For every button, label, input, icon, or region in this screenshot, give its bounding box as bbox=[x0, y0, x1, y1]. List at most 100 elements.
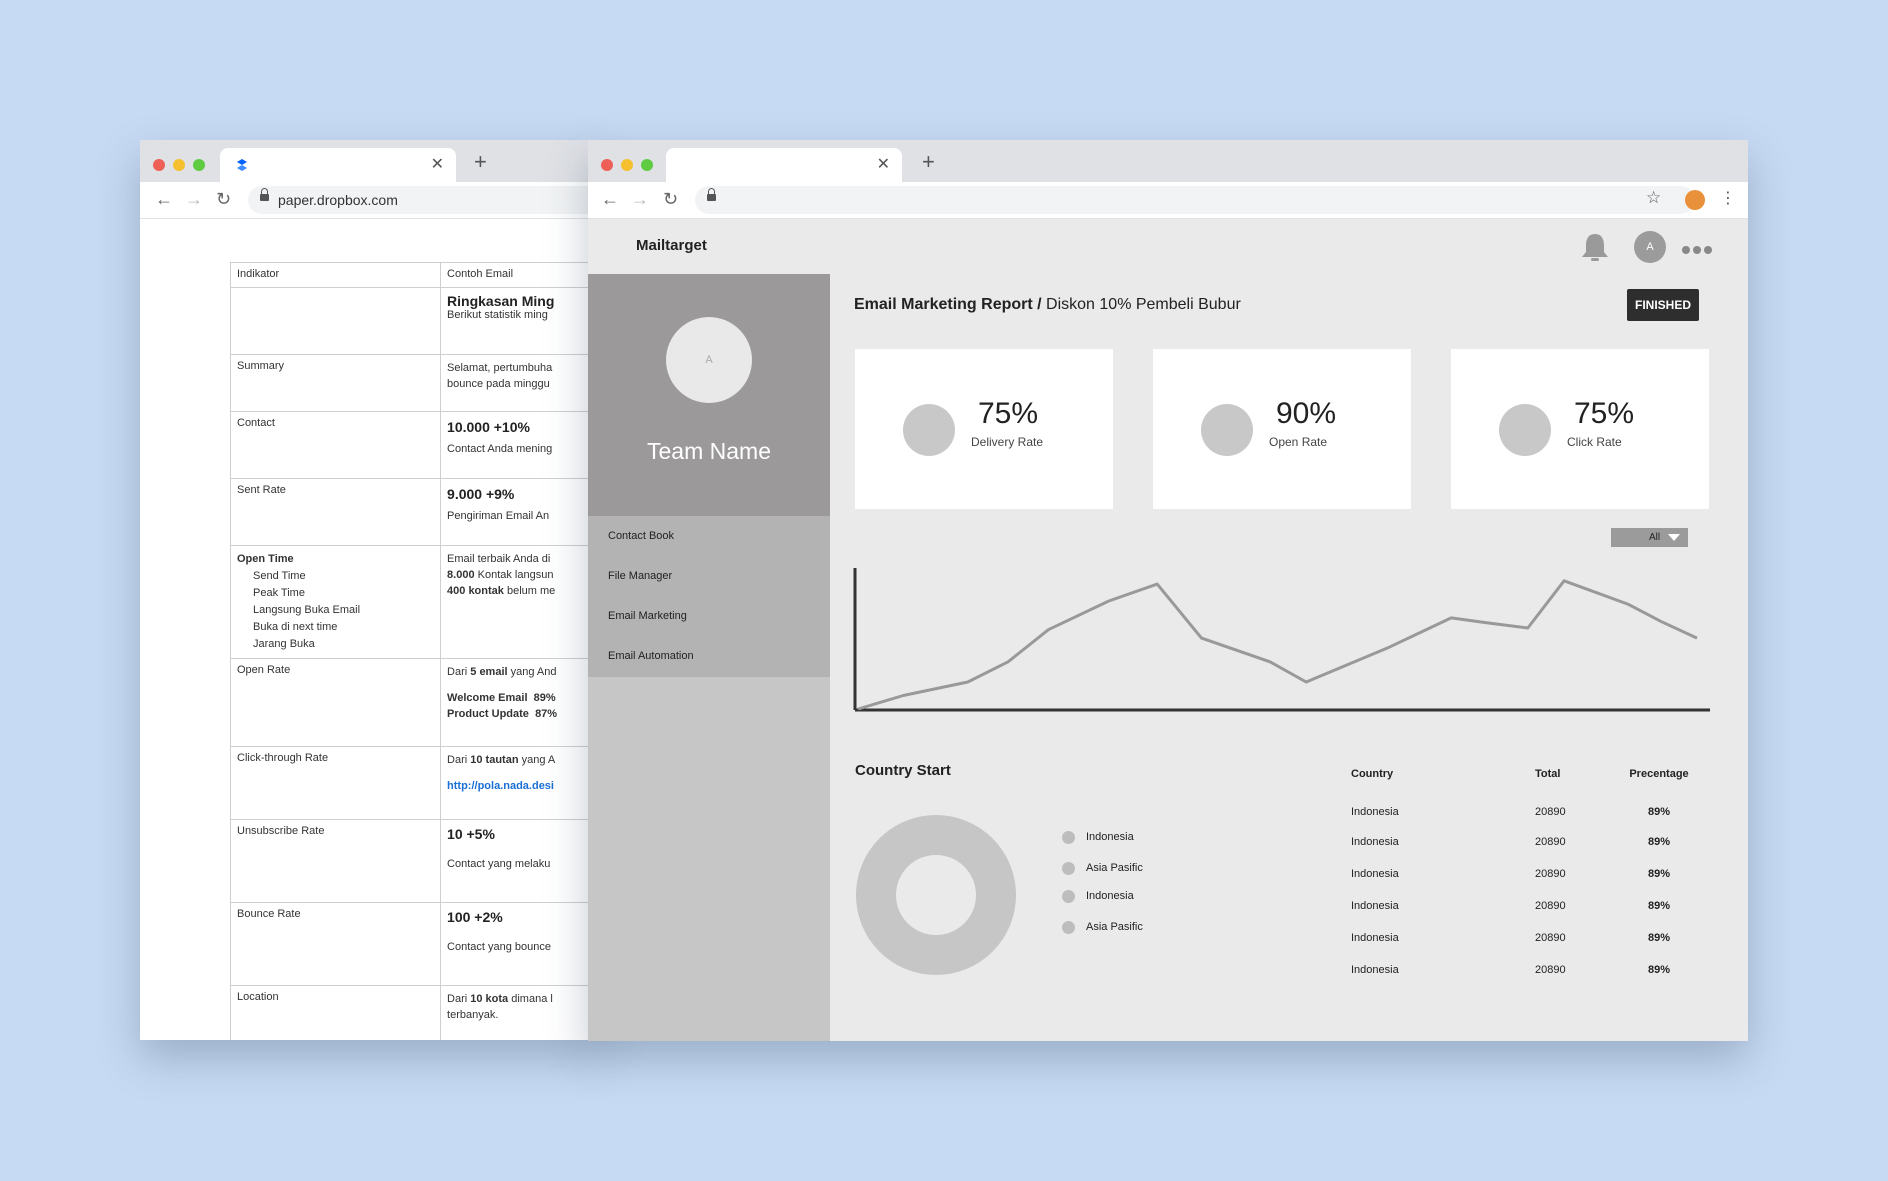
address-url: paper.dropbox.com bbox=[278, 192, 398, 208]
reload-icon[interactable]: ↻ bbox=[216, 188, 231, 210]
country-table: Country Total Precentage Indonesia 20890… bbox=[1351, 764, 1699, 986]
cell-text: bounce pada minggu bbox=[447, 378, 550, 390]
table-row: Indonesia 20890 89% bbox=[1351, 890, 1699, 922]
maximize-window-button[interactable] bbox=[641, 159, 653, 171]
cell-bold: Product Update bbox=[447, 708, 529, 720]
percentage-cell: 89% bbox=[1647, 836, 1671, 848]
cell-title: 100 +2% bbox=[447, 909, 503, 925]
cell-bold: 10 kota bbox=[470, 993, 509, 1005]
stat-label: Open Rate bbox=[1269, 435, 1328, 449]
minimize-window-button[interactable] bbox=[621, 159, 633, 171]
table-row: Indikator Contoh Email bbox=[229, 262, 600, 288]
close-window-button[interactable] bbox=[601, 159, 613, 171]
country-cell: Indonesia bbox=[1351, 932, 1399, 944]
page-title: Email Marketing Report / Diskon 10% Pemb… bbox=[854, 296, 1241, 314]
legend-dot-icon bbox=[1062, 921, 1075, 934]
tab-mailtarget[interactable]: ✕ bbox=[666, 148, 902, 182]
back-arrow-icon[interactable]: ← bbox=[155, 188, 173, 210]
sidebar: A Team Name Contact Book File Manager Em… bbox=[588, 274, 830, 1041]
dropbox-logo-icon bbox=[237, 159, 247, 171]
link-url[interactable]: http://pola.nada.desi bbox=[447, 780, 554, 792]
report-main: Email Marketing Report / Diskon 10% Pemb… bbox=[830, 274, 1748, 1041]
browser-menu-icon[interactable]: ⋮ bbox=[1720, 189, 1736, 209]
sidebar-item-file-manager[interactable]: File Manager bbox=[588, 556, 830, 596]
new-tab-button[interactable]: + bbox=[922, 151, 935, 173]
dropbox-paper-window: ✕ + ← → ↻ paper.dropbox.com Indikator Co… bbox=[140, 140, 600, 1040]
table-cell: Ringkasan Ming Berikut statistik ming bbox=[440, 287, 600, 355]
table-row: Unsubscribe Rate 10 +5% Contact yang mel… bbox=[229, 819, 600, 903]
chart-filter-select[interactable]: All bbox=[1611, 528, 1688, 547]
forward-arrow-icon[interactable]: → bbox=[185, 188, 203, 210]
cell-text: Contact yang bounce bbox=[447, 941, 551, 953]
cell-text: Pengiriman Email An bbox=[447, 510, 550, 522]
table-cell: Unsubscribe Rate bbox=[229, 819, 442, 903]
table-row: Indonesia 20890 89% bbox=[1351, 922, 1699, 954]
table-cell: Summary bbox=[229, 354, 442, 412]
cell-text: yang And bbox=[507, 666, 557, 678]
donut-ring bbox=[856, 815, 1016, 975]
brand-logo[interactable]: Mailtarget bbox=[636, 237, 707, 254]
legend-label: Asia Pasific bbox=[1086, 862, 1143, 874]
close-tab-icon[interactable]: ✕ bbox=[877, 156, 890, 174]
document-page: Indikator Contoh Email Ringkasan Ming Be… bbox=[140, 219, 600, 1040]
country-cell: Indonesia bbox=[1351, 806, 1399, 818]
table-row: Open Rate Dari 5 email yang And Welcome … bbox=[229, 658, 600, 747]
user-avatar[interactable]: A bbox=[1634, 231, 1666, 263]
country-donut-chart bbox=[856, 815, 1016, 975]
total-cell: 20890 bbox=[1535, 964, 1566, 976]
status-badge: FINISHED bbox=[1627, 289, 1699, 321]
sidebar-item-contact-book[interactable]: Contact Book bbox=[588, 516, 830, 556]
country-legend: Indonesia Asia Pasific Indonesia Asia Pa… bbox=[1062, 830, 1143, 943]
country-cell: Indonesia bbox=[1351, 964, 1399, 976]
minimize-window-button[interactable] bbox=[173, 159, 185, 171]
address-bar[interactable] bbox=[695, 186, 1695, 214]
lock-icon bbox=[707, 188, 716, 201]
profile-avatar-icon[interactable] bbox=[1685, 190, 1705, 210]
legend-item: Indonesia bbox=[1062, 889, 1143, 912]
legend-item: Asia Pasific bbox=[1062, 920, 1143, 943]
sidebar-item-email-marketing[interactable]: Email Marketing bbox=[588, 596, 830, 636]
legend-label: Asia Pasific bbox=[1086, 921, 1143, 933]
table-cell: Click-through Rate bbox=[229, 746, 442, 820]
sub-item: Buka di next time bbox=[253, 621, 338, 633]
address-bar[interactable]: paper.dropbox.com bbox=[248, 186, 600, 214]
percentage-cell: 89% bbox=[1647, 868, 1671, 880]
table-cell: 10 +5% Contact yang melaku bbox=[440, 819, 600, 903]
legend-item: Indonesia bbox=[1062, 830, 1143, 853]
sidebar-item-email-automation[interactable]: Email Automation bbox=[588, 636, 830, 676]
window-controls bbox=[601, 158, 661, 176]
back-arrow-icon[interactable]: ← bbox=[601, 188, 619, 210]
table-header: Country bbox=[1351, 768, 1394, 780]
new-tab-button[interactable]: + bbox=[474, 151, 487, 173]
stat-label: Click Rate bbox=[1567, 435, 1622, 449]
table-header: Total bbox=[1535, 768, 1561, 780]
close-tab-icon[interactable]: ✕ bbox=[431, 156, 444, 174]
table-cell: Contact bbox=[229, 411, 442, 479]
country-cell: Indonesia bbox=[1351, 868, 1399, 880]
table-header: Precentage bbox=[1629, 768, 1689, 780]
stat-circle-icon bbox=[1201, 404, 1253, 456]
maximize-window-button[interactable] bbox=[193, 159, 205, 171]
cell-text: Kontak langsun bbox=[474, 569, 554, 581]
table-cell: Dari 10 kota dimana l terbanyak. bbox=[440, 985, 600, 1040]
tab-dropbox-paper[interactable]: ✕ bbox=[220, 148, 456, 182]
stat-card-click: 75% Click Rate bbox=[1451, 349, 1709, 509]
close-window-button[interactable] bbox=[153, 159, 165, 171]
tab-strip: ✕ + bbox=[588, 140, 1748, 182]
bell-icon[interactable] bbox=[1578, 231, 1612, 263]
percentage-cell: 89% bbox=[1647, 900, 1671, 912]
forward-arrow-icon[interactable]: → bbox=[631, 188, 649, 210]
cell-bold: 5 email bbox=[470, 666, 508, 678]
table-row: Indonesia 20890 89% bbox=[1351, 954, 1699, 986]
table-cell: Selamat, pertumbuha bounce pada minggu bbox=[440, 354, 600, 412]
table-row: Summary Selamat, pertumbuha bounce pada … bbox=[229, 354, 600, 412]
more-options-icon[interactable] bbox=[1682, 241, 1715, 259]
bookmark-star-icon[interactable]: ☆ bbox=[1646, 187, 1661, 209]
table-row: Bounce Rate 100 +2% Contact yang bounce bbox=[229, 902, 600, 986]
table-cell: Location bbox=[229, 985, 442, 1040]
legend-label: Indonesia bbox=[1086, 831, 1134, 843]
reload-icon[interactable]: ↻ bbox=[663, 188, 678, 210]
total-cell: 20890 bbox=[1535, 868, 1566, 880]
mailtarget-window: ✕ + ← → ↻ ☆ ⋮ Mailtarget A A Team Name C… bbox=[588, 140, 1748, 1041]
